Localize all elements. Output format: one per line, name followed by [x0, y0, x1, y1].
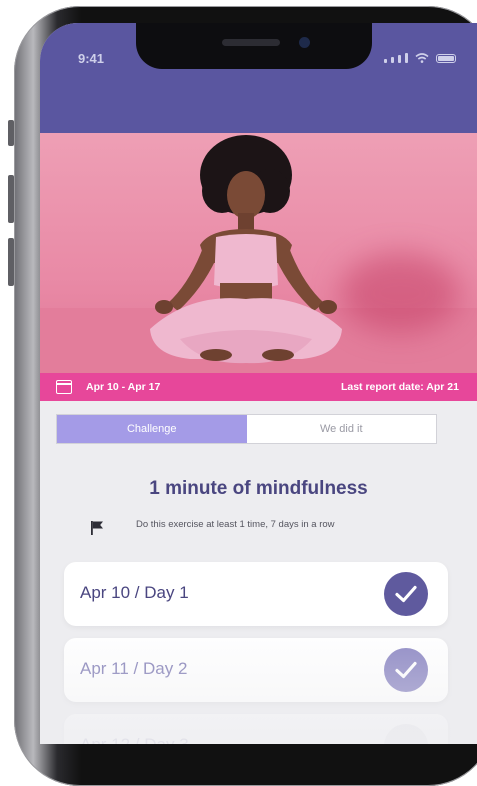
- day-label: Apr 11 / Day 2: [80, 659, 188, 678]
- flag-icon: [91, 521, 103, 535]
- status-icons: [384, 53, 456, 63]
- phone-screen: 9:41 Apr 10 - Apr 17 Last report date: A…: [40, 23, 477, 744]
- calendar-icon: [56, 380, 72, 394]
- signal-bar: [405, 53, 408, 63]
- tab-challenge[interactable]: Challenge: [57, 415, 247, 443]
- front-camera: [299, 37, 310, 48]
- check-icon: [395, 585, 417, 603]
- day-card[interactable]: Apr 10 / Day 1: [64, 562, 448, 626]
- day-check-button[interactable]: [384, 648, 428, 692]
- challenge-date-strip: Apr 10 - Apr 17 Last report date: Apr 21: [40, 373, 477, 401]
- challenge-tabs: Challenge We did it: [56, 414, 437, 444]
- last-report-date: Last report date: Apr 21: [340, 381, 459, 393]
- phone-volume-up: [8, 175, 14, 223]
- date-range: Apr 10 - Apr 17: [86, 381, 161, 393]
- day-label: Apr 10 / Day 1: [80, 583, 189, 602]
- day-card[interactable]: Apr 11 / Day 2: [64, 638, 448, 702]
- check-icon: [395, 661, 417, 679]
- wifi-icon: [415, 53, 429, 63]
- day-check-button[interactable]: [384, 724, 428, 744]
- meditating-woman-illustration: [150, 135, 342, 364]
- phone-notch: [136, 23, 372, 69]
- status-time: 9:41: [78, 51, 105, 66]
- signal-bar: [391, 57, 394, 63]
- signal-bar: [384, 59, 387, 63]
- day-card[interactable]: Apr 12 / Day 3: [64, 714, 448, 744]
- phone-mute-switch: [8, 120, 14, 146]
- signal-bar: [398, 55, 401, 63]
- speaker-grille: [222, 39, 280, 46]
- header-bar: 9:41: [40, 23, 477, 133]
- day-label: Apr 12 / Day 3: [80, 735, 189, 744]
- hero-image: [40, 133, 477, 373]
- challenge-description: Do this exercise at least 1 time, 7 days…: [136, 519, 335, 530]
- tab-we-did-it[interactable]: We did it: [246, 415, 436, 443]
- day-check-button[interactable]: [384, 572, 428, 616]
- battery-icon: [436, 54, 456, 63]
- phone-volume-down: [8, 238, 14, 286]
- challenge-title: 1 minute of mindfulness: [149, 478, 368, 499]
